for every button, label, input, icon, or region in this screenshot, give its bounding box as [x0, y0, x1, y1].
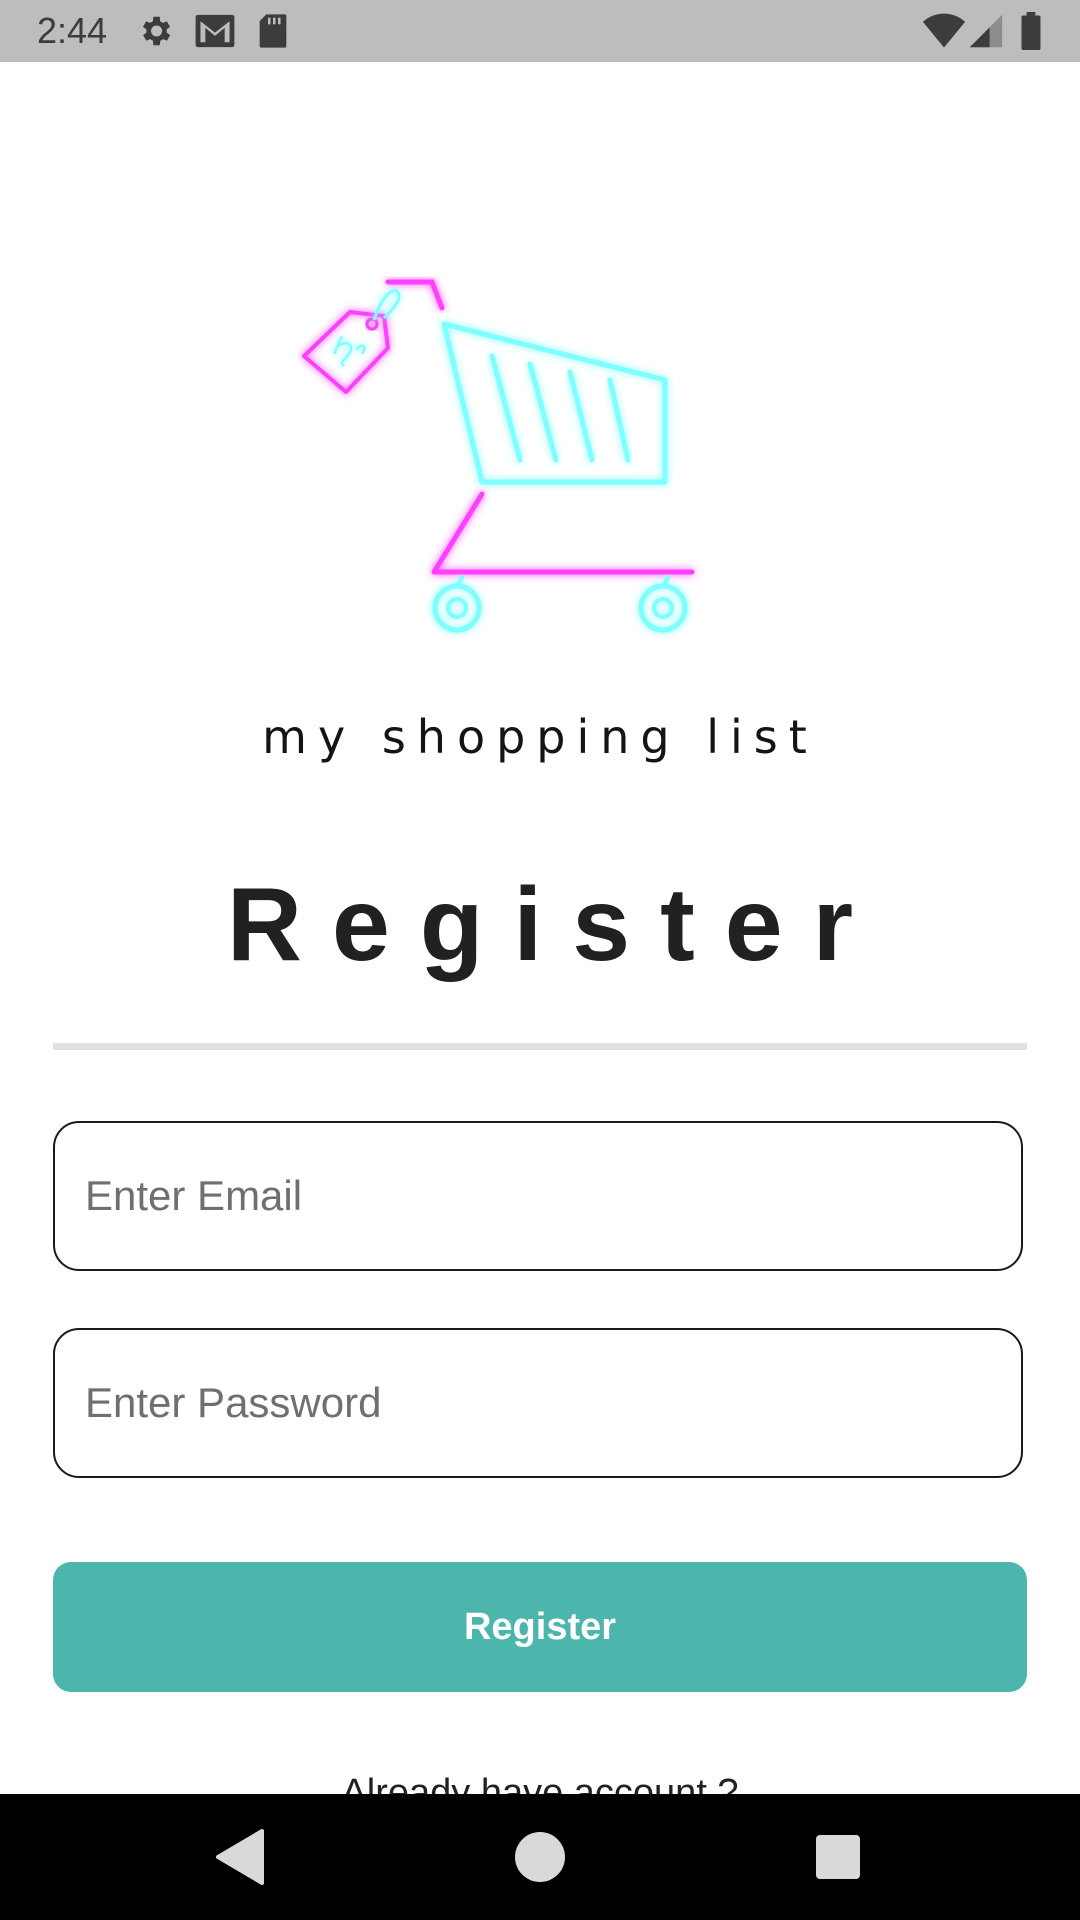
- navigation-bar: [0, 1794, 1080, 1920]
- register-button[interactable]: Register: [53, 1562, 1027, 1692]
- recents-icon[interactable]: [808, 1827, 868, 1887]
- page-title: Register: [226, 867, 884, 983]
- neon-shopping-cart-icon: [302, 279, 695, 633]
- wifi-icon: [922, 13, 966, 48]
- email-input[interactable]: [85, 1123, 985, 1268]
- brand-text: my shopping list: [262, 710, 818, 764]
- status-time: 2:44: [37, 10, 108, 51]
- gmail-icon: [195, 14, 235, 48]
- email-field[interactable]: [53, 1121, 1023, 1271]
- register-screen: 2:44 my shopping list Register Enter Ema…: [0, 0, 1080, 1920]
- password-input[interactable]: [85, 1330, 985, 1475]
- back-icon[interactable]: [210, 1827, 270, 1887]
- divider: [53, 1043, 1027, 1050]
- status-bar: 2:44: [0, 0, 1080, 62]
- password-field[interactable]: [53, 1328, 1023, 1478]
- sd-card-icon: [259, 14, 287, 48]
- battery-icon: [1021, 12, 1041, 50]
- home-icon[interactable]: [510, 1827, 570, 1887]
- cell-signal-icon: [969, 14, 1003, 48]
- gear-icon: [142, 16, 171, 46]
